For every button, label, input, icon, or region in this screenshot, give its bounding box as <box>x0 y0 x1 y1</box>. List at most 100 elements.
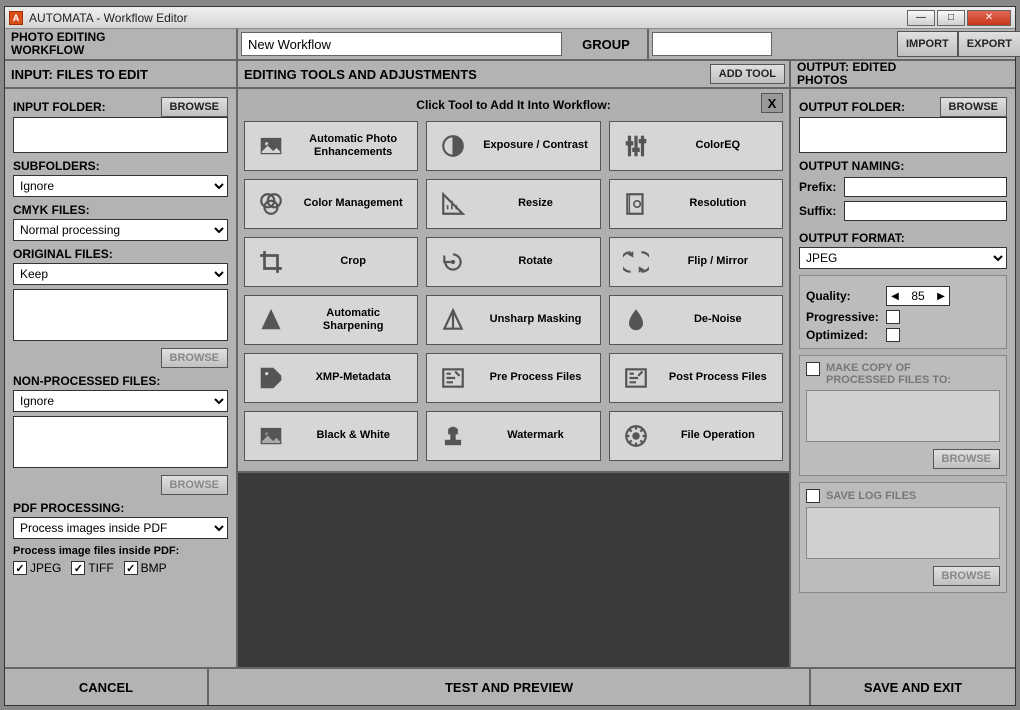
tool-label: File Operation <box>658 429 778 442</box>
tool-label: Watermark <box>475 429 595 442</box>
make-copy-field[interactable] <box>806 390 1000 442</box>
close-button[interactable]: ✕ <box>967 10 1011 26</box>
tool-exposure[interactable]: Exposure / Contrast <box>426 121 600 171</box>
make-copy-check[interactable] <box>806 362 820 376</box>
tool-resize[interactable]: Resize <box>426 179 600 229</box>
tool-label: Post Process Files <box>658 371 778 384</box>
original-notes[interactable] <box>13 289 228 341</box>
tool-crop[interactable]: Crop <box>244 237 418 287</box>
test-preview-button[interactable]: TEST AND PREVIEW <box>209 669 811 705</box>
xmp-icon <box>249 365 293 391</box>
tool-label: Exposure / Contrast <box>475 139 595 152</box>
tool-postprocess[interactable]: Post Process Files <box>609 353 783 403</box>
tool-palette-header: Click Tool to Add It Into Workflow: <box>416 98 610 112</box>
tool-xmp[interactable]: XMP-Metadata <box>244 353 418 403</box>
output-folder-browse[interactable]: BROWSE <box>940 97 1008 117</box>
save-exit-button[interactable]: SAVE AND EXIT <box>811 669 1015 705</box>
original-label: ORIGINAL FILES: <box>13 247 228 261</box>
section-row: INPUT: FILES TO EDIT EDITING TOOLS AND A… <box>5 61 1015 89</box>
cmyk-select[interactable]: Normal processing <box>13 219 228 241</box>
pdf-inside-label: Process image files inside PDF: <box>13 545 228 557</box>
subfolders-select[interactable]: Ignore <box>13 175 228 197</box>
input-section-header: INPUT: FILES TO EDIT <box>5 61 238 87</box>
window-title: AUTOMATA - Workflow Editor <box>29 11 187 25</box>
sharpen-icon <box>249 307 293 333</box>
tool-label: De-Noise <box>658 313 778 326</box>
cmyk-label: CMYK FILES: <box>13 203 228 217</box>
nonproc-browse[interactable]: BROWSE <box>161 475 229 495</box>
exposure-icon <box>431 133 475 159</box>
tool-bw[interactable]: Black & White <box>244 411 418 461</box>
tool-label: ColorEQ <box>658 139 778 152</box>
flip-icon <box>614 249 658 275</box>
prefix-input[interactable] <box>844 177 1007 197</box>
tool-label: Unsharp Masking <box>475 313 595 326</box>
save-log-browse[interactable]: BROWSE <box>933 566 1001 586</box>
tool-watermark[interactable]: Watermark <box>426 411 600 461</box>
bw-icon <box>249 423 293 449</box>
export-button[interactable]: EXPORT <box>958 31 1020 57</box>
input-folder-field[interactable] <box>13 117 228 153</box>
pdf-tiff-check[interactable] <box>71 561 85 575</box>
input-folder-label: INPUT FOLDER: <box>13 100 157 114</box>
tool-flip[interactable]: Flip / Mirror <box>609 237 783 287</box>
tool-resolution[interactable]: Resolution <box>609 179 783 229</box>
pdf-label: PDF PROCESSING: <box>13 501 228 515</box>
tool-label: Resolution <box>658 197 778 210</box>
tool-preprocess[interactable]: Pre Process Files <box>426 353 600 403</box>
output-format-label: OUTPUT FORMAT: <box>799 231 1007 245</box>
nonproc-notes[interactable] <box>13 416 228 468</box>
progressive-check[interactable] <box>886 310 900 324</box>
input-folder-browse[interactable]: BROWSE <box>161 97 229 117</box>
cancel-button[interactable]: CANCEL <box>5 669 209 705</box>
quality-up[interactable]: ▶ <box>933 291 949 302</box>
tool-coloreq[interactable]: ColorEQ <box>609 121 783 171</box>
output-format-select[interactable]: JPEG <box>799 247 1007 269</box>
quality-spinner[interactable]: ◀ 85 ▶ <box>886 286 950 306</box>
tool-unsharp[interactable]: Unsharp Masking <box>426 295 600 345</box>
footer: CANCEL TEST AND PREVIEW SAVE AND EXIT <box>5 667 1015 705</box>
tool-rotate[interactable]: Rotate <box>426 237 600 287</box>
save-log-check[interactable] <box>806 489 820 503</box>
content: PHOTO EDITING WORKFLOW GROUP IMPORT EXPO… <box>5 29 1015 705</box>
original-browse[interactable]: BROWSE <box>161 348 229 368</box>
window: A AUTOMATA - Workflow Editor — □ ✕ PHOTO… <box>4 6 1016 706</box>
tool-label: Crop <box>293 255 413 268</box>
pdf-select[interactable]: Process images inside PDF <box>13 517 228 539</box>
save-log-box: SAVE LOG FILES BROWSE <box>799 482 1007 593</box>
output-folder-field[interactable] <box>799 117 1007 153</box>
save-log-field[interactable] <box>806 507 1000 559</box>
group-input[interactable] <box>652 32 772 56</box>
tool-label: Resize <box>475 197 595 210</box>
tool-sharpen[interactable]: Automatic Sharpening <box>244 295 418 345</box>
denoise-icon <box>614 307 658 333</box>
tool-label: Flip / Mirror <box>658 255 778 268</box>
suffix-input[interactable] <box>844 201 1007 221</box>
tool-denoise[interactable]: De-Noise <box>609 295 783 345</box>
optimized-check[interactable] <box>886 328 900 342</box>
minimize-button[interactable]: — <box>907 10 935 26</box>
tool-enhance[interactable]: Automatic Photo Enhancements <box>244 121 418 171</box>
subfolders-label: SUBFOLDERS: <box>13 159 228 173</box>
fileop-icon <box>614 423 658 449</box>
import-button[interactable]: IMPORT <box>897 31 958 57</box>
tool-palette-close[interactable]: X <box>761 93 783 113</box>
preprocess-icon <box>431 365 475 391</box>
maximize-button[interactable]: □ <box>937 10 965 26</box>
titlebar: A AUTOMATA - Workflow Editor — □ ✕ <box>5 7 1015 29</box>
quality-down[interactable]: ◀ <box>887 291 903 302</box>
pdf-jpeg-check[interactable] <box>13 561 27 575</box>
make-copy-browse[interactable]: BROWSE <box>933 449 1001 469</box>
resize-icon <box>431 191 475 217</box>
nonproc-select[interactable]: Ignore <box>13 390 228 412</box>
original-select[interactable]: Keep <box>13 263 228 285</box>
enhance-icon <box>249 133 293 159</box>
tool-label: Automatic Photo Enhancements <box>293 133 413 159</box>
tool-fileop[interactable]: File Operation <box>609 411 783 461</box>
add-tool-button[interactable]: ADD TOOL <box>710 64 785 84</box>
watermark-icon <box>431 423 475 449</box>
make-copy-box: MAKE COPY OF PROCESSED FILES TO: BROWSE <box>799 355 1007 476</box>
workflow-name-input[interactable] <box>241 32 562 56</box>
pdf-bmp-check[interactable] <box>124 561 138 575</box>
tool-colormgmt[interactable]: Color Management <box>244 179 418 229</box>
